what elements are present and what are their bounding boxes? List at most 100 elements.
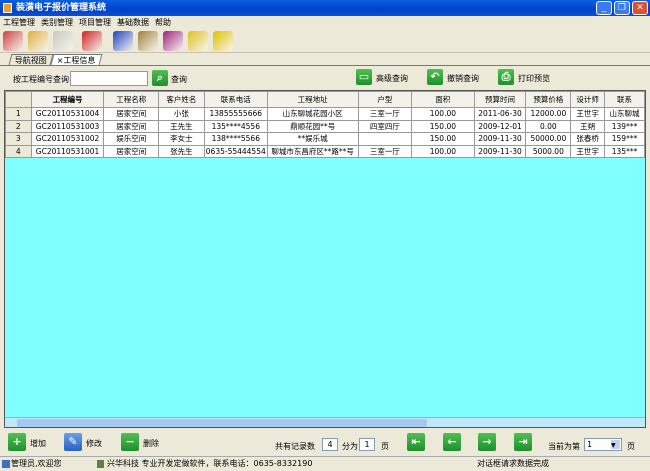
table-cell[interactable]: 159*** [604,132,645,146]
table-cell[interactable]: 138****5566 [203,132,268,146]
minimize-button[interactable]: _ [596,1,612,15]
table-cell[interactable]: 5000.00 [525,144,572,158]
advanced-search-icon[interactable]: ▭ [356,69,372,85]
close-button[interactable]: ✕ [632,1,648,15]
table-cell[interactable]: 居家空间 [103,144,160,158]
maximize-button[interactable]: ❐ [614,1,630,15]
table-cell[interactable]: 小张 [158,107,205,121]
column-header[interactable]: 设计师 [570,91,606,108]
menu-category[interactable]: 类别管理 [41,18,73,27]
table-cell[interactable]: 135*** [604,144,645,158]
umbrella-icon[interactable] [82,31,102,51]
column-header[interactable]: 户型 [357,91,413,108]
tab-project-info[interactable]: ×工程信息 [50,54,103,65]
undo-search-button[interactable]: 撤销查询 [447,73,479,84]
column-header[interactable]: 工程名称 [103,91,160,108]
users-icon[interactable] [3,31,23,51]
table-row[interactable]: 2 GC20110531003 居家空间 王先生 135****4556 鼎顺花园**号四… [5,119,645,133]
column-header[interactable]: 联系 [604,91,645,108]
menu-help[interactable]: 帮助 [155,18,171,27]
table-cell[interactable]: 张春桥 [570,132,606,146]
column-header[interactable]: 面积 [411,91,475,108]
table-cell[interactable]: 2009-11-30 [473,132,527,146]
table-cell[interactable]: 0.00 [525,119,572,133]
current-page-select[interactable]: 1 ▼ [584,438,622,451]
table-row[interactable]: 3 GC20110531002 娱乐空间 李女士 138****5566 **娱乐城 150… [5,132,645,146]
print-icon[interactable]: ⎙ [498,69,514,85]
table-cell[interactable]: **娱乐城 [266,132,359,146]
first-page-button[interactable]: ⇤ [407,433,425,451]
table-cell[interactable]: GC20110531001 [30,144,105,158]
menu-project[interactable]: 工程管理 [3,18,35,27]
scrollbar-thumb[interactable] [17,419,427,427]
column-header[interactable]: 工程地址 [266,91,359,108]
advanced-search-button[interactable]: 高级查询 [376,73,408,84]
folder-icon[interactable] [28,31,48,51]
table-cell[interactable]: 139*** [604,119,645,133]
edit-button[interactable]: 修改 [86,438,102,449]
table-cell[interactable]: 山东聊城花园小区 [266,107,359,121]
horizontal-scrollbar[interactable] [5,417,645,427]
edit-icon[interactable]: ✎ [64,433,82,451]
data-grid[interactable]: 工程编号 工程名称 客户姓名 联系电话 工程地址 户型 面积 预算时间 预算价格 设计师 联系 1 GC… [4,90,646,428]
table-cell[interactable]: 山东聊城 [604,107,645,121]
edit-doc-icon[interactable] [53,31,73,51]
table-cell[interactable]: GC20110531003 [30,119,105,133]
alarm-clock-icon[interactable] [113,31,133,51]
gift-icon[interactable] [188,31,208,51]
chevron-down-icon[interactable]: ▼ [611,440,620,449]
tab-nav-view[interactable]: 导航视图 [8,54,54,65]
table-cell[interactable]: 2009-11-30 [473,144,527,158]
search-button[interactable]: 查询 [171,74,187,85]
column-header[interactable]: 预算价格 [525,91,572,108]
delete-button[interactable]: 删除 [143,438,159,449]
table-cell[interactable]: 王先生 [158,119,205,133]
search-input[interactable] [70,71,148,86]
table-cell[interactable]: 四室四厅 [357,119,413,133]
row-number[interactable]: 4 [5,144,32,158]
run-icon[interactable] [213,31,233,51]
column-header[interactable]: 工程编号 [30,91,105,108]
column-header[interactable]: 预算时间 [473,91,527,108]
table-cell[interactable]: 李女士 [158,132,205,146]
table-cell[interactable] [357,132,413,146]
add-icon[interactable]: + [8,433,26,451]
menu-basic-data[interactable]: 基础数据 [117,18,149,27]
table-cell[interactable]: 135****4556 [203,119,268,133]
row-number[interactable]: 3 [5,132,32,146]
table-cell[interactable]: 居家空间 [103,119,160,133]
search-icon[interactable]: ⌕ [152,70,168,86]
add-button[interactable]: 增加 [30,438,46,449]
prev-page-button[interactable]: ← [443,433,461,451]
table-cell[interactable]: 聊城市东昌府区**路**号 [266,144,359,158]
table-cell[interactable]: 13855555666 [203,107,268,121]
table-cell[interactable]: 王世宇 [570,107,606,121]
table-cell[interactable]: 王朔 [570,119,606,133]
table-cell[interactable]: 150.00 [411,132,475,146]
table-cell[interactable]: 居家空间 [103,107,160,121]
table-cell[interactable]: 50000.00 [525,132,572,146]
delete-icon[interactable]: − [121,433,139,451]
table-cell[interactable]: GC20110531002 [30,132,105,146]
table-row[interactable]: 4 GC20110531001 居家空间 张先生 0635-55444554 聊城市东昌府… [5,144,645,158]
table-cell[interactable]: 0635-55444554 [203,144,268,158]
table-cell[interactable]: 三室一厅 [357,144,413,158]
column-header[interactable]: 客户姓名 [158,91,205,108]
column-header[interactable]: 联系电话 [203,91,268,108]
table-cell[interactable]: 100.00 [411,144,475,158]
table-cell[interactable]: 150.00 [411,119,475,133]
table-row[interactable]: 1 GC20110531004 居家空间 小张 13855555666 山东聊城花园小区三… [5,107,645,121]
picture-icon[interactable] [138,31,158,51]
table-cell[interactable]: 张先生 [158,144,205,158]
table-cell[interactable]: 100.00 [411,107,475,121]
table-cell[interactable]: 2009-12-01 [473,119,527,133]
last-page-button[interactable]: ⇥ [514,433,532,451]
next-page-button[interactable]: → [478,433,496,451]
row-number[interactable]: 2 [5,119,32,133]
table-cell[interactable]: 鼎顺花园**号 [266,119,359,133]
menu-item[interactable]: 项目管理 [79,18,111,27]
table-cell[interactable]: 三室一厅 [357,107,413,121]
row-number[interactable]: 1 [5,107,32,121]
table-cell[interactable]: 2011-06-30 [473,107,527,121]
print-preview-button[interactable]: 打印预览 [518,73,550,84]
